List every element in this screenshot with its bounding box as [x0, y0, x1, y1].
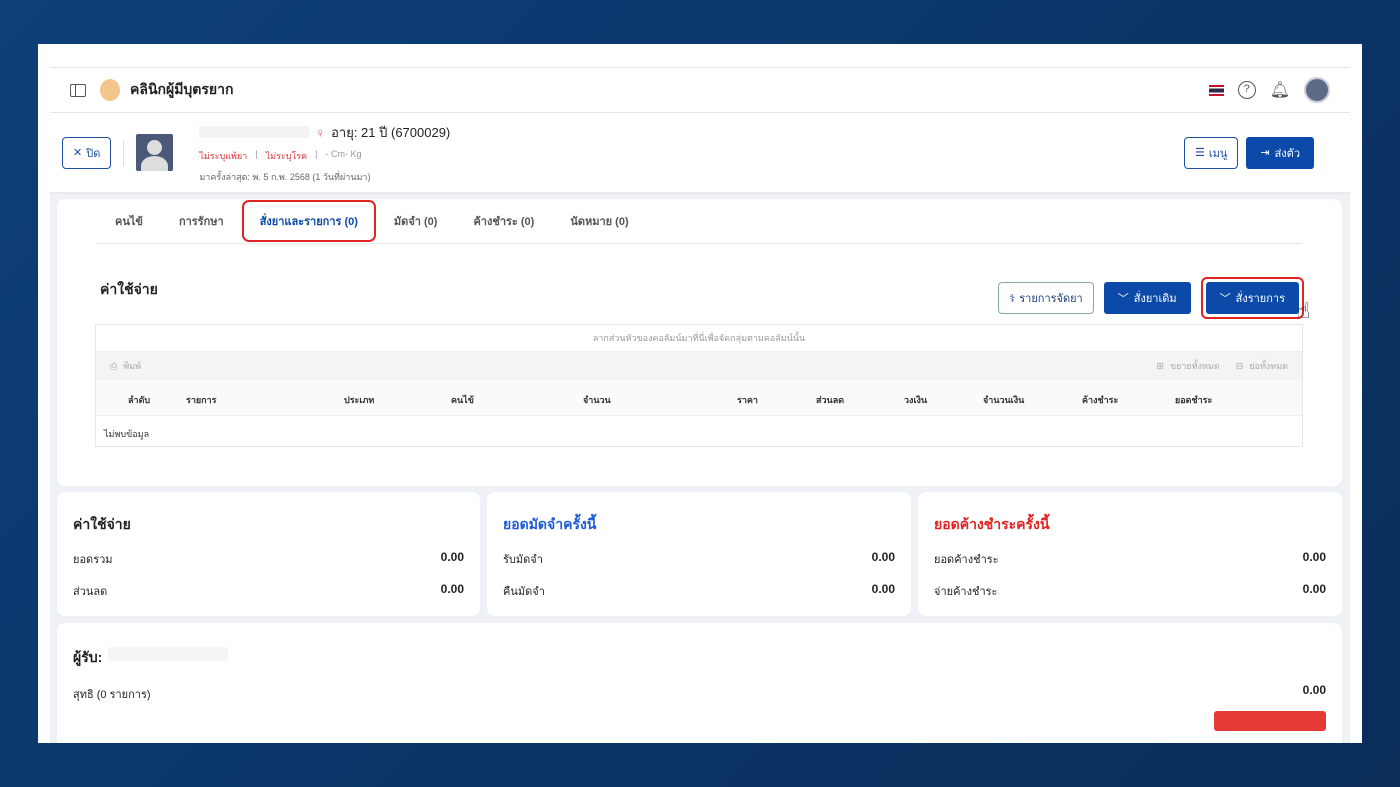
- row-label: ยอดค้างชำระ: [934, 554, 999, 566]
- patient-age: อายุ: 21 ปี (6700029): [331, 124, 451, 140]
- expand-all-button[interactable]: ขยายทั้งหมด: [1170, 359, 1220, 373]
- col-no[interactable]: ลำดับ: [128, 393, 150, 407]
- tab-orders[interactable]: สั่งยาและรายการ (0): [241, 200, 376, 242]
- close-button[interactable]: ✕ ปิด: [62, 136, 112, 169]
- col-discount[interactable]: ส่วนลด: [816, 393, 844, 407]
- menu-label: เมนู: [1208, 147, 1228, 160]
- pills-icon: ⚕: [1009, 292, 1016, 305]
- patient-size: - Cm- Kg: [325, 148, 362, 159]
- orders-grid: ลากส่วนหัวของคอลัมน์มาที่นี่เพื่อจัดกลุ่…: [95, 324, 1303, 447]
- close-label: ปิด: [86, 147, 101, 160]
- col-qty[interactable]: จำนวน: [583, 393, 611, 407]
- row-label: คืนมัดจำ: [503, 586, 545, 598]
- row-label: รับมัดจำ: [503, 554, 543, 566]
- allergy-status: ไม่ระบุแพ้ยา: [199, 150, 248, 161]
- net-label: สุทธิ (0 รายการ): [73, 689, 151, 701]
- col-amount[interactable]: จำนวนเงิน: [983, 393, 1024, 407]
- group-panel[interactable]: ลากส่วนหัวของคอลัมน์มาที่นี่เพื่อจัดกลุ่…: [96, 325, 1302, 352]
- row-value: 0.00: [440, 582, 464, 596]
- patient-photo: [136, 134, 174, 171]
- sidebar-toggle-icon[interactable]: [70, 83, 86, 97]
- patient-bar: ✕ ปิด ♀ อายุ: 21 ปี (6700029) ไม่ระบุแพ้ยา…: [50, 113, 1350, 192]
- disease-status: ไม่ระบุโรค: [265, 150, 308, 161]
- col-patient[interactable]: คนไข้: [451, 393, 474, 407]
- col-paid[interactable]: ยอดชำระ: [1175, 393, 1212, 407]
- old-drug-label: สั่งยาเดิม: [1133, 293, 1177, 305]
- chevron-down-icon: ﹀: [1117, 293, 1129, 305]
- row-value: 0.00: [1302, 582, 1326, 596]
- receiver-label: ผู้รับ:: [73, 649, 103, 665]
- tab-treatment[interactable]: การรักษา: [161, 212, 242, 230]
- menu-button[interactable]: ☰ เมนู: [1183, 136, 1239, 169]
- tab-deposit[interactable]: มัดจำ (0): [376, 212, 456, 230]
- grid-toolbar: ⎙ พิมพ์ ⊞ ขยายทั้งหมด ⊟ ย่อทั้งหมด: [96, 352, 1302, 380]
- send-button[interactable]: ⇥ ส่งตัว: [1246, 136, 1314, 169]
- tab-appointment[interactable]: นัดหมาย (0): [552, 212, 646, 230]
- send-label: ส่งตัว: [1274, 147, 1300, 160]
- female-icon: ♀: [315, 124, 326, 140]
- chevron-down-icon: ﹀: [1219, 293, 1231, 305]
- app: คลินิกผู้มีบุตรยาก ? 🔔︎ ✕ ปิด ♀ อายุ: 21 ป…: [50, 67, 1350, 743]
- thai-flag-icon[interactable]: [1208, 84, 1224, 96]
- patient-name-blurred: [199, 126, 310, 138]
- old-drug-button[interactable]: ﹀ สั่งยาเดิม: [1103, 282, 1191, 314]
- tab-outstanding[interactable]: ค้างชำระ (0): [455, 212, 552, 230]
- summary-deposit: ยอดมัดจำครั้งนี้ รับมัดจำ 0.00 คืนมัดจำ 0.…: [487, 492, 911, 616]
- pay-button[interactable]: [1214, 711, 1326, 731]
- col-outstanding[interactable]: ค้างชำระ: [1082, 393, 1118, 407]
- row-value: 0.00: [871, 550, 895, 564]
- hand-cursor-icon: ☝: [1297, 298, 1311, 323]
- expand-icon[interactable]: ⊞: [1156, 361, 1164, 372]
- exit-icon: ⇥: [1260, 147, 1270, 159]
- print-button[interactable]: พิมพ์: [123, 359, 141, 373]
- receiver-card: ผู้รับ: สุทธิ (0 รายการ) 0.00: [57, 623, 1342, 743]
- dispense-list-button[interactable]: ⚕ รายการจัดยา: [998, 282, 1094, 314]
- col-limit[interactable]: วงเงิน: [904, 393, 927, 407]
- screenshot-frame: คลินิกผู้มีบุตรยาก ? 🔔︎ ✕ ปิด ♀ อายุ: 21 ป…: [38, 44, 1362, 743]
- summary-expense: ค่าใช้จ่าย ยอดรวม 0.00 ส่วนลด 0.00: [57, 492, 480, 616]
- empty-message: ไม่พบข้อมูล: [104, 429, 150, 439]
- tab-bar: คนไข้ การรักษา สั่งยาและรายการ (0) มัดจำ…: [97, 199, 1302, 244]
- print-icon[interactable]: ⎙: [110, 361, 117, 372]
- net-value: 0.00: [1302, 683, 1326, 697]
- clinic-logo: [100, 79, 120, 101]
- row-value: 0.00: [440, 550, 464, 564]
- col-type[interactable]: ประเภท: [344, 393, 374, 407]
- divider: [123, 139, 125, 166]
- section-title: ค่าใช้จ่าย: [100, 281, 158, 297]
- order-button[interactable]: ﹀ สั่งรายการ: [1205, 282, 1299, 314]
- grid-header: ลำดับ รายการ ประเภท คนไข้ จำนวน ราคา ส่ว…: [96, 380, 1302, 416]
- row-label: จ่ายค้างชำระ: [934, 586, 998, 598]
- close-icon: ✕: [73, 147, 83, 159]
- last-visit: มาครั้งล่าสุด: พ. 5 ก.พ. 2568 (1 วันที่ผ…: [199, 171, 371, 182]
- user-avatar[interactable]: [1304, 77, 1330, 103]
- summary-title: ค่าใช้จ่าย: [73, 516, 131, 532]
- orders-card: คนไข้ การรักษา สั่งยาและรายการ (0) มัดจำ…: [57, 199, 1342, 486]
- row-label: ยอดรวม: [73, 554, 113, 566]
- collapse-icon[interactable]: ⊟: [1236, 361, 1244, 372]
- help-icon[interactable]: ?: [1237, 81, 1256, 99]
- receiver-name-blurred: [108, 647, 229, 661]
- summary-title: ยอดค้างชำระครั้งนี้: [934, 516, 1050, 532]
- order-label: สั่งรายการ: [1235, 293, 1285, 305]
- row-value: 0.00: [1302, 550, 1326, 564]
- clinic-title: คลินิกผู้มีบุตรยาก: [130, 81, 234, 97]
- summary-outstanding: ยอดค้างชำระครั้งนี้ ยอดค้างชำระ 0.00 จ่าย…: [918, 492, 1342, 616]
- collapse-all-button[interactable]: ย่อทั้งหมด: [1249, 359, 1288, 373]
- bell-icon[interactable]: 🔔︎: [1270, 80, 1290, 100]
- col-item[interactable]: รายการ: [186, 393, 217, 407]
- col-price[interactable]: ราคา: [737, 393, 758, 407]
- tab-patient[interactable]: คนไข้: [97, 212, 161, 230]
- row-value: 0.00: [871, 582, 895, 596]
- summary-title: ยอดมัดจำครั้งนี้: [503, 516, 597, 532]
- hamburger-icon: ☰: [1194, 147, 1205, 159]
- dispense-label: รายการจัดยา: [1019, 293, 1083, 305]
- top-header: คลินิกผู้มีบุตรยาก ? 🔔︎: [50, 67, 1350, 113]
- row-label: ส่วนลด: [73, 586, 108, 598]
